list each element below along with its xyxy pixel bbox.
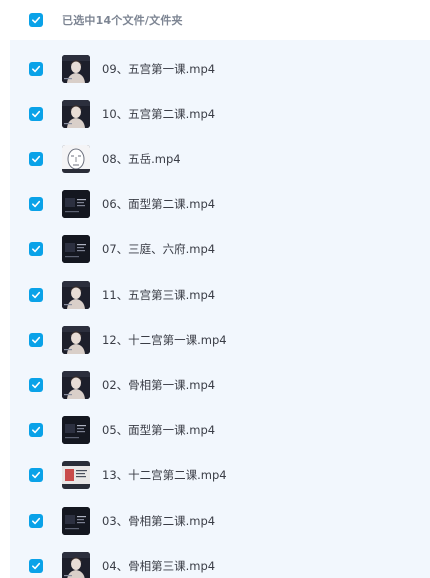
file-name: 08、五岳.mp4 (102, 151, 181, 166)
check-icon (31, 517, 41, 524)
file-checkbox[interactable] (29, 468, 43, 483)
file-checkbox[interactable] (29, 197, 43, 212)
file-row[interactable]: 02、骨相第一课.mp4 (10, 362, 430, 407)
file-row[interactable]: 03、骨相第二课.mp4 (10, 498, 430, 543)
file-checkbox[interactable] (29, 242, 43, 257)
selection-count-label: 已选中14个文件/文件夹 (62, 14, 183, 27)
check-icon (31, 200, 41, 208)
video-thumbnail-icon (62, 506, 90, 535)
file-name: 05、面型第一课.mp4 (102, 423, 216, 438)
file-name: 09、五宫第一课.mp4 (102, 61, 216, 76)
file-checkbox[interactable] (29, 106, 43, 121)
file-thumbnail (62, 235, 90, 264)
file-name: 12、十二宫第一课.mp4 (102, 332, 227, 347)
file-row[interactable]: 09、五宫第一课.mp4 (10, 46, 430, 91)
video-thumbnail-icon (62, 280, 90, 309)
check-icon (31, 472, 41, 479)
video-thumbnail-icon (62, 370, 90, 399)
file-name: 13、十二宫第二课.mp4 (102, 468, 227, 483)
check-icon (31, 110, 41, 117)
file-thumbnail (62, 99, 90, 128)
selection-header: 已选中14个文件/文件夹 (0, 0, 430, 40)
file-name: 11、五宫第三课.mp4 (102, 287, 216, 302)
file-checkbox[interactable] (29, 61, 43, 76)
file-checkbox[interactable] (29, 151, 43, 166)
file-thumbnail (62, 370, 90, 399)
file-list: 09、五宫第一课.mp4 10、五宫第二课.mp4 08、五岳.mp4 06、面型第二… (10, 40, 430, 578)
video-thumbnail-icon (62, 461, 90, 490)
file-thumbnail (62, 461, 90, 490)
file-thumbnail (62, 190, 90, 219)
file-row[interactable]: 04、骨相第三课.mp4 (10, 543, 430, 578)
file-thumbnail (62, 506, 90, 535)
check-icon (31, 291, 41, 298)
check-icon (31, 65, 41, 72)
file-checkbox[interactable] (29, 377, 43, 392)
file-row[interactable]: 07、三庭、六府.mp4 (10, 227, 430, 272)
check-icon (31, 381, 41, 389)
check-icon (31, 246, 41, 253)
file-name: 10、五宫第二课.mp4 (102, 106, 216, 121)
check-icon (31, 426, 41, 434)
file-checkbox[interactable] (29, 558, 43, 573)
file-row[interactable]: 12、十二宫第一课.mp4 (10, 317, 430, 362)
check-icon (31, 562, 41, 569)
check-icon (31, 336, 41, 343)
file-row[interactable]: 06、面型第二课.mp4 (10, 182, 430, 227)
file-row[interactable]: 08、五岳.mp4 (10, 136, 430, 181)
file-checkbox[interactable] (29, 513, 43, 528)
video-thumbnail-icon (62, 54, 90, 83)
file-thumbnail (62, 325, 90, 354)
check-icon (31, 16, 41, 24)
select-all-checkbox[interactable] (29, 13, 43, 27)
video-thumbnail-icon (62, 235, 90, 264)
file-thumbnail (62, 551, 90, 578)
check-icon (31, 155, 41, 163)
file-name: 06、面型第二课.mp4 (102, 197, 216, 212)
file-name: 04、骨相第三课.mp4 (102, 558, 216, 573)
file-thumbnail (62, 416, 90, 445)
file-name: 03、骨相第二课.mp4 (102, 513, 216, 528)
video-thumbnail-icon (62, 416, 90, 445)
file-thumbnail (62, 144, 90, 173)
file-checkbox[interactable] (29, 423, 43, 438)
file-name: 02、骨相第一课.mp4 (102, 377, 216, 392)
file-row[interactable]: 05、面型第一课.mp4 (10, 408, 430, 453)
file-row[interactable]: 11、五宫第三课.mp4 (10, 272, 430, 317)
video-thumbnail-icon (62, 551, 90, 578)
file-thumbnail (62, 54, 90, 83)
video-thumbnail-icon (62, 325, 90, 354)
video-thumbnail-icon (62, 99, 90, 128)
file-checkbox[interactable] (29, 287, 43, 302)
file-selection-screen: 已选中14个文件/文件夹 09、五宫第一课.mp4 10、五宫第二课.mp4 08、… (0, 0, 430, 578)
video-thumbnail-icon (62, 190, 90, 219)
file-row[interactable]: 10、五宫第二课.mp4 (10, 91, 430, 136)
file-row[interactable]: 13、十二宫第二课.mp4 (10, 453, 430, 498)
video-thumbnail-icon (62, 144, 90, 173)
file-name: 07、三庭、六府.mp4 (102, 242, 216, 257)
file-checkbox[interactable] (29, 332, 43, 347)
file-thumbnail (62, 280, 90, 309)
